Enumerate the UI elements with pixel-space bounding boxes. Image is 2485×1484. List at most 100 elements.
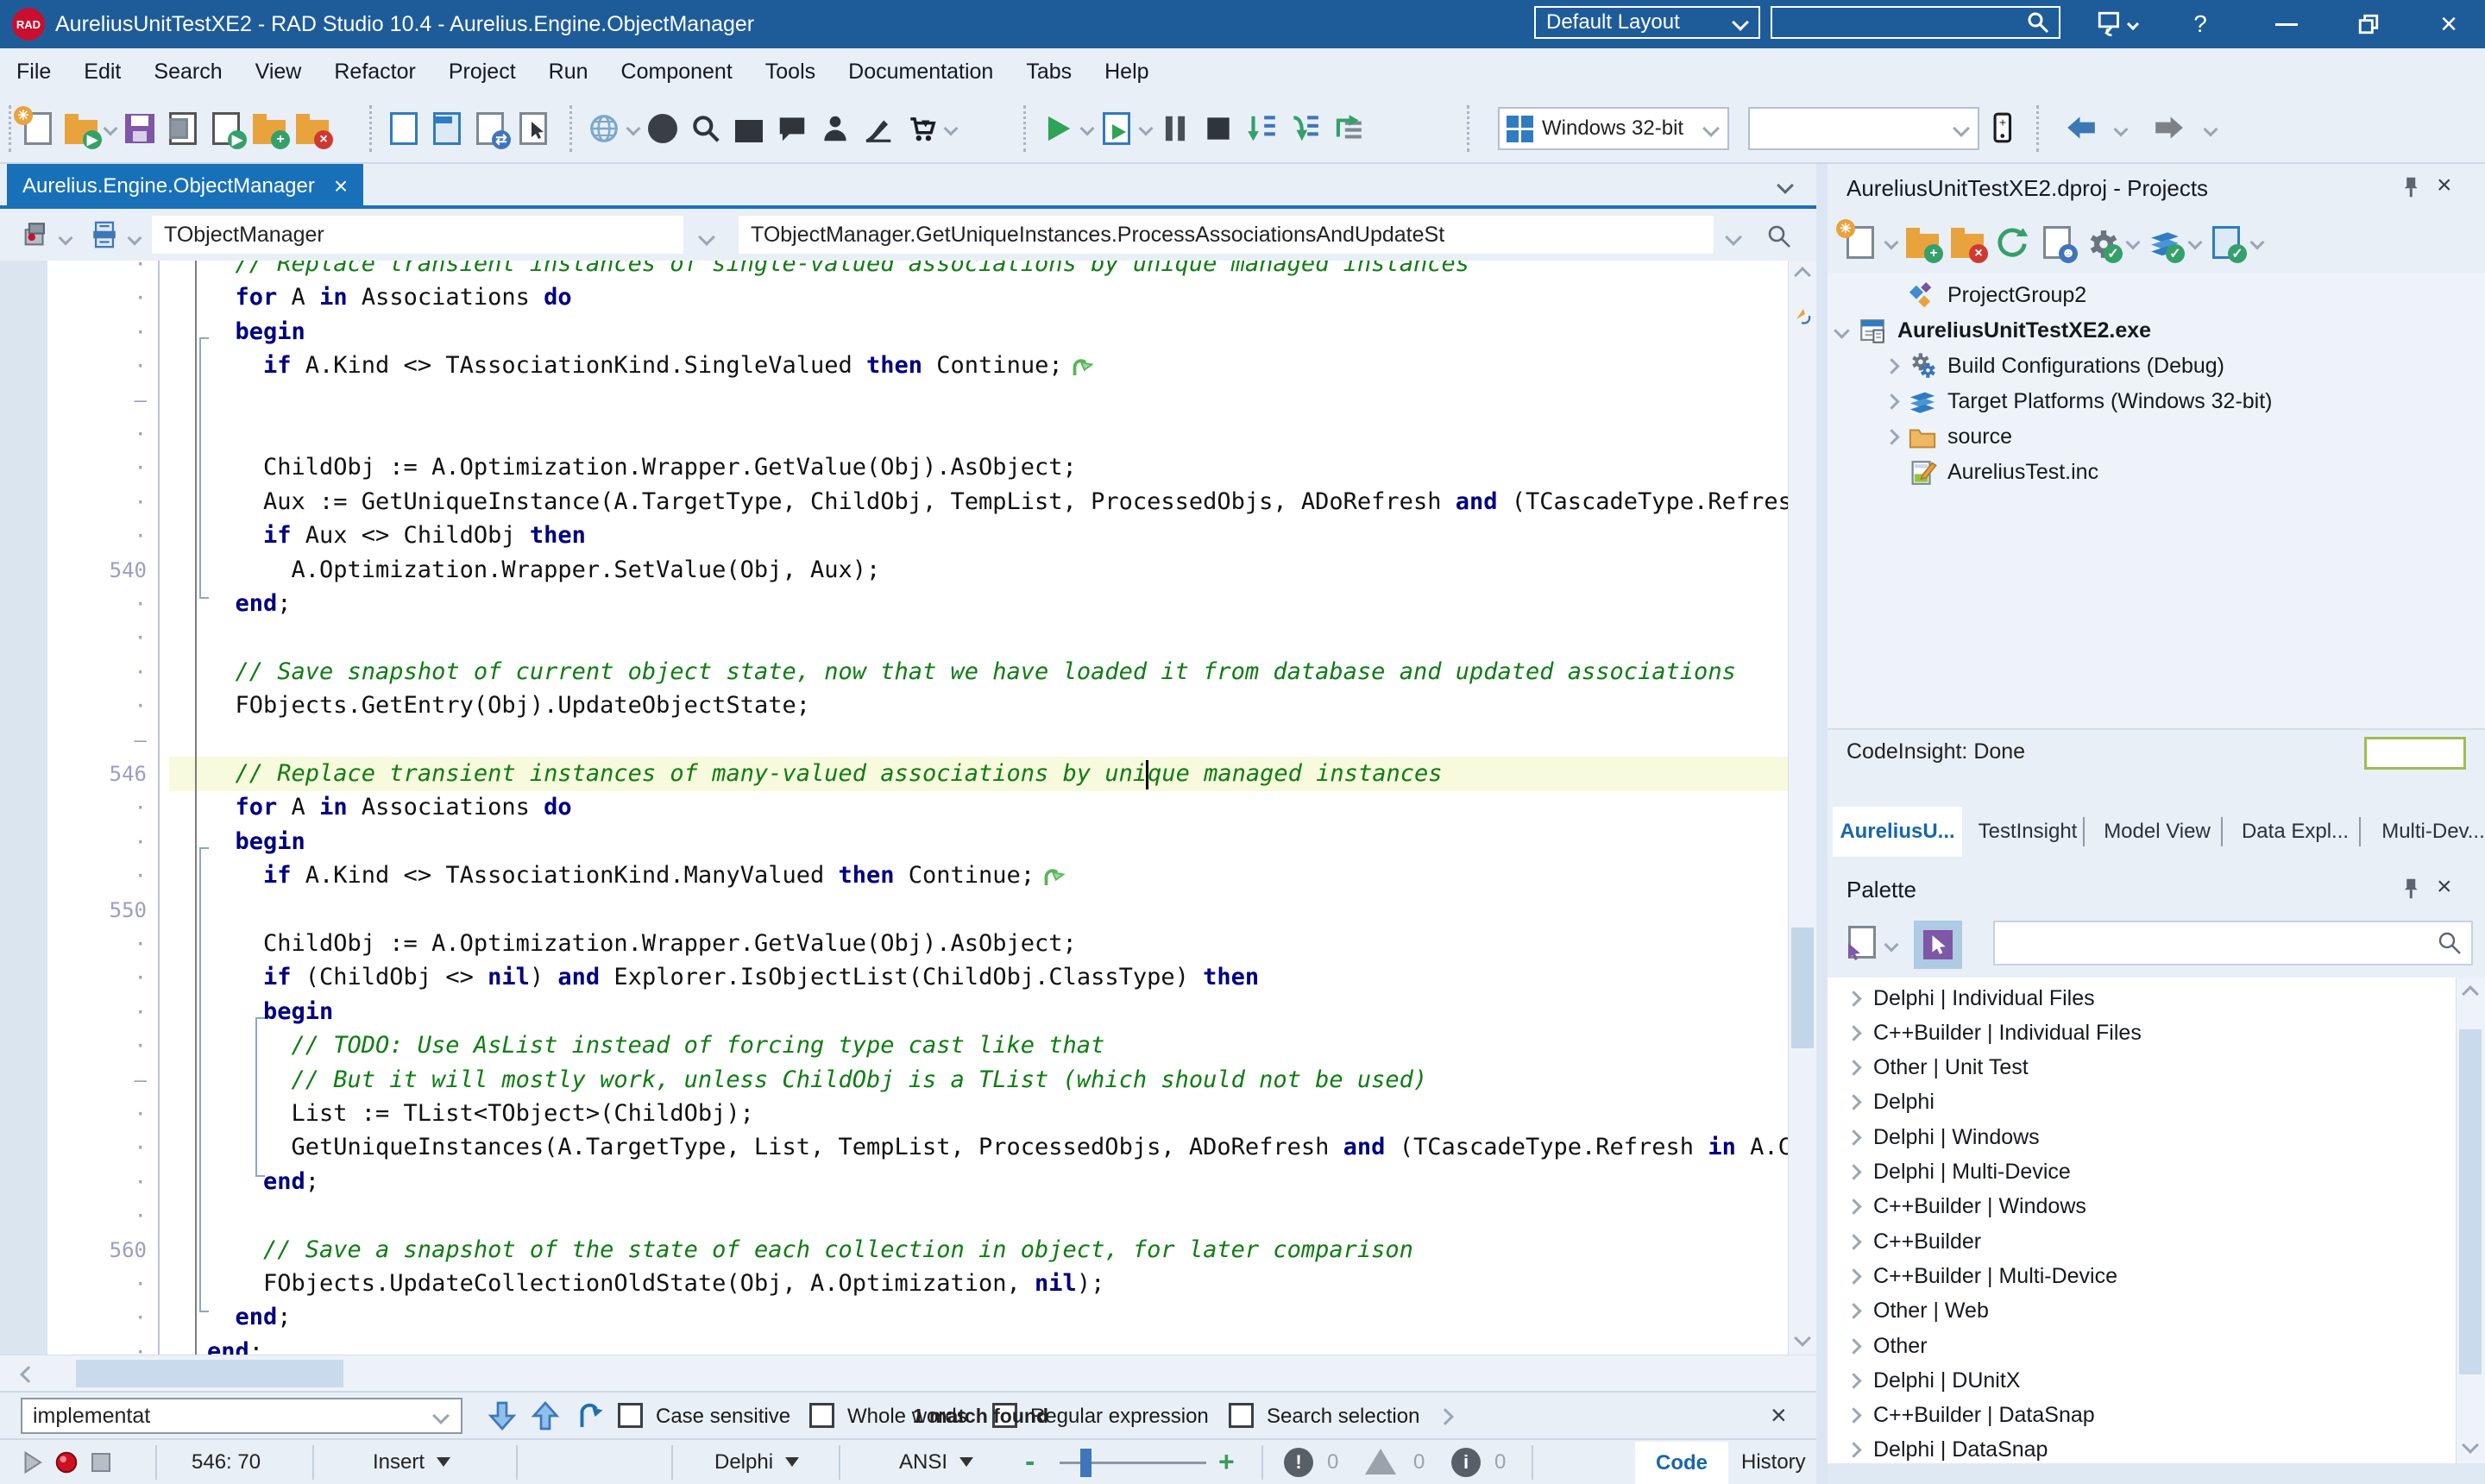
palette-category[interactable]: Other | Web: [1828, 1294, 2456, 1329]
panel-tab-0[interactable]: AureliusU...: [1833, 807, 1962, 857]
expert-icon[interactable]: [816, 110, 854, 148]
expand-icon[interactable]: [1846, 1303, 1862, 1319]
scroll-up-icon[interactable]: [1794, 267, 1811, 284]
history-view-tab[interactable]: History: [1741, 1440, 1806, 1484]
code-line[interactable]: begin: [0, 315, 1816, 349]
chevron-down-icon[interactable]: [943, 121, 959, 136]
menu-search[interactable]: Search: [137, 60, 238, 85]
select-component-icon[interactable]: [514, 110, 552, 148]
menu-component[interactable]: Component: [605, 60, 749, 85]
chevron-down-icon[interactable]: [626, 121, 641, 136]
code-line[interactable]: FObjects.GetEntry(Obj).UpdateObjectState…: [0, 689, 1816, 723]
expand-icon[interactable]: [1846, 1233, 1862, 1250]
palette-category[interactable]: Delphi | Multi-Device: [1828, 1155, 2456, 1190]
restore-button[interactable]: [2334, 0, 2403, 48]
navigate-back-icon[interactable]: [2062, 109, 2100, 147]
run-icon[interactable]: [1039, 110, 1077, 148]
search-selection-checkbox[interactable]: [1229, 1403, 1254, 1428]
code-line[interactable]: [0, 893, 1816, 928]
close-button[interactable]: ×: [2413, 0, 2485, 48]
chevron-down-icon[interactable]: [2249, 235, 2265, 250]
case-sensitive-checkbox[interactable]: [618, 1403, 643, 1428]
run-until-return-icon[interactable]: [1329, 110, 1367, 148]
chevron-down-icon[interactable]: [1138, 121, 1154, 136]
chevron-down-icon[interactable]: [1884, 937, 1899, 953]
encoding-dropdown[interactable]: ANSI: [899, 1440, 974, 1484]
panel-tab-1[interactable]: TestInsight: [1972, 807, 2083, 857]
scroll-thumb[interactable]: [76, 1360, 343, 1387]
close-find-bar-icon[interactable]: ×: [1771, 1399, 1787, 1431]
expand-icon[interactable]: [1846, 1442, 1862, 1459]
tree-expand-icon[interactable]: [1884, 393, 1900, 410]
chevron-down-icon[interactable]: [103, 121, 118, 136]
module-icon[interactable]: [21, 220, 50, 249]
more-options-chevron-icon[interactable]: [1437, 1408, 1454, 1425]
code-line[interactable]: ChildObj := A.Optimization.Wrapper.GetVa…: [0, 927, 1816, 961]
panel-splitter[interactable]: [1816, 164, 1828, 1484]
internet-icon[interactable]: [585, 110, 623, 148]
scroll-thumb[interactable]: [1791, 928, 1814, 1048]
expand-icon[interactable]: [1846, 1268, 1862, 1285]
scroll-thumb[interactable]: [2459, 1029, 2482, 1374]
code-text-area[interactable]: // Replace transient instances of single…: [0, 261, 1816, 1355]
menu-tools[interactable]: Tools: [749, 60, 832, 85]
code-editor[interactable]: · · · · – · · · · 540 · · · · –546 · · · 550 · · · · – · · · · 560 · ·…: [0, 261, 1816, 1355]
palette-category[interactable]: C++Builder | Individual Files: [1828, 1016, 2456, 1050]
tree-item[interactable]: Target Platforms (Windows 32-bit): [1828, 384, 2485, 419]
code-line[interactable]: [0, 417, 1816, 451]
zoom-slider-thumb[interactable]: [1080, 1449, 1092, 1477]
macro-record-icon[interactable]: [53, 1449, 79, 1475]
chevron-down-icon[interactable]: [58, 230, 73, 246]
editor-search-icon[interactable]: [1765, 223, 1793, 250]
palette-category[interactable]: Other: [1828, 1329, 2456, 1363]
help-button[interactable]: ?: [2166, 0, 2235, 48]
remove-file-icon[interactable]: ×: [1948, 223, 1988, 263]
chat-icon[interactable]: [773, 110, 811, 148]
editor-minimap-icon[interactable]: [1793, 305, 1814, 326]
palette-category[interactable]: C++Builder | Windows: [1828, 1190, 2456, 1224]
macro-stop-icon[interactable]: [88, 1449, 114, 1475]
views-icon[interactable]: ✓: [2207, 223, 2247, 263]
palette-category[interactable]: C++Builder | DataSnap: [1828, 1399, 2456, 1433]
trace-into-icon[interactable]: [1242, 110, 1280, 148]
desktop-layout-combo[interactable]: Default Layout: [1534, 6, 1760, 39]
titlebar-search-input[interactable]: [1771, 6, 2060, 39]
palette-category[interactable]: Other | Unit Test: [1828, 1051, 2456, 1085]
tab-close-icon[interactable]: ×: [334, 173, 348, 200]
member-combo[interactable]: TObjectManager.GetUniqueInstances.Proces…: [739, 216, 1714, 254]
menu-project[interactable]: Project: [432, 60, 532, 85]
palette-category[interactable]: Delphi: [1828, 1085, 2456, 1120]
chevron-down-icon[interactable]: [2203, 122, 2218, 137]
minimize-button[interactable]: [2252, 0, 2321, 48]
pin-icon[interactable]: [2397, 174, 2423, 200]
tree-expand-icon[interactable]: [1834, 323, 1850, 339]
chevron-down-icon[interactable]: [2113, 122, 2129, 137]
code-line[interactable]: [0, 383, 1816, 418]
chevron-down-icon[interactable]: [2125, 235, 2141, 250]
remove-file-icon[interactable]: ×: [293, 110, 333, 149]
tab-list-chevron-icon[interactable]: [1777, 177, 1794, 194]
code-line[interactable]: Aux := GetUniqueInstance(A.TargetType, C…: [0, 485, 1816, 519]
save-icon[interactable]: [121, 110, 159, 148]
add-file-icon[interactable]: +: [1903, 223, 1943, 263]
macro-play-icon[interactable]: [19, 1449, 45, 1475]
chevron-down-icon[interactable]: [432, 1407, 450, 1424]
pin-icon[interactable]: [2397, 876, 2423, 902]
find-previous-icon[interactable]: [528, 1398, 563, 1434]
editor-vertical-scrollbar[interactable]: [1788, 261, 1816, 1355]
new-unit-icon[interactable]: ✳: [14, 106, 57, 148]
show-source-icon[interactable]: ☻: [2038, 223, 2078, 263]
scroll-left-icon[interactable]: [20, 1366, 37, 1383]
panel-tab-3[interactable]: Data Expl...: [2231, 807, 2359, 857]
component-mode-button[interactable]: [1843, 924, 1879, 965]
save-all-icon[interactable]: [164, 110, 202, 148]
code-line[interactable]: [0, 1198, 1816, 1233]
zoom-out-button[interactable]: -: [1025, 1440, 1035, 1484]
code-line[interactable]: if (ChildObj <> nil) and Explorer.IsObje…: [0, 960, 1816, 995]
language-dropdown[interactable]: Delphi: [714, 1440, 800, 1484]
step-over-icon[interactable]: [1286, 110, 1324, 148]
refresh-icon[interactable]: [1993, 223, 2031, 261]
class-combo[interactable]: TObjectManager: [152, 216, 683, 254]
sign-icon[interactable]: [859, 110, 897, 148]
palette-scrollbar[interactable]: [2456, 978, 2485, 1463]
